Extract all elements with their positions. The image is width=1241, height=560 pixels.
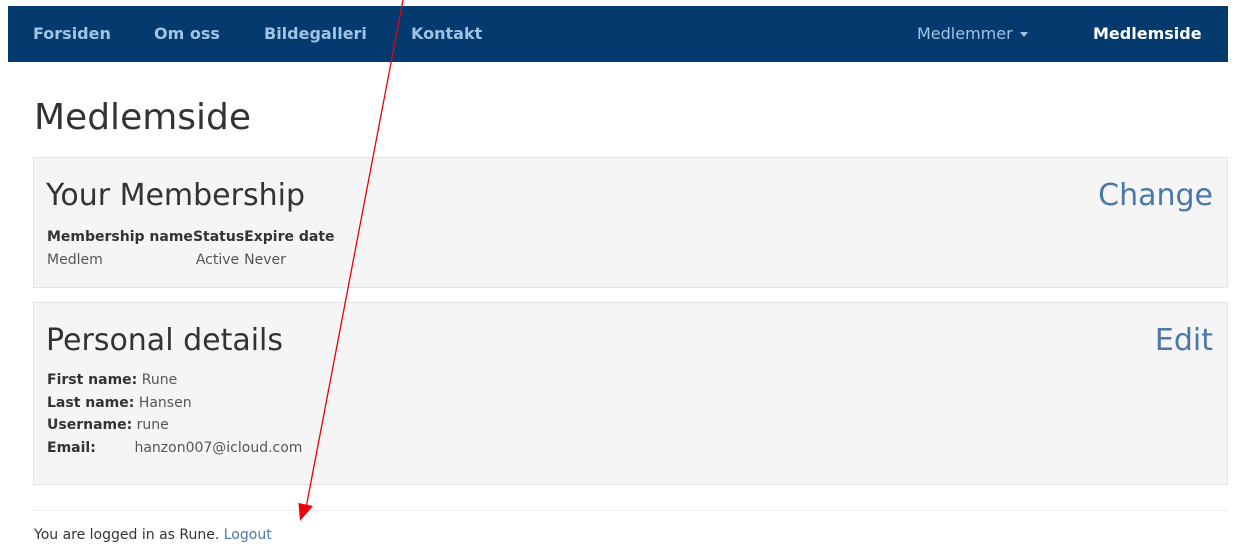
detail-label: Username: — [47, 417, 133, 433]
personal-details-card: Personal details Edit First name: Rune L… — [33, 302, 1228, 485]
membership-name-cell: Medlem — [47, 252, 103, 268]
footer-divider — [33, 510, 1228, 511]
detail-value: rune — [136, 417, 169, 433]
detail-row-first-name: First name: Rune — [47, 369, 302, 392]
page-title: Medlemside — [34, 97, 252, 138]
membership-expire-cell: Never — [244, 252, 286, 268]
nav-item-medlemside[interactable]: Medlemside — [1093, 6, 1202, 62]
nav-item-bildegalleri[interactable]: Bildegalleri — [264, 6, 367, 62]
nav-item-forsiden[interactable]: Forsiden — [33, 6, 111, 62]
column-header-status: Status — [192, 229, 245, 245]
detail-value: Rune — [141, 372, 178, 388]
detail-value: Hansen — [138, 394, 192, 411]
nav-item-om-oss[interactable]: Om oss — [154, 6, 220, 62]
caret-down-icon — [1019, 32, 1028, 37]
column-header-expire-date: Expire date — [244, 229, 335, 245]
detail-row-username: Username: rune — [47, 414, 302, 437]
membership-status-cell: Active — [195, 252, 240, 268]
detail-label: Email: — [47, 439, 96, 456]
login-status-text: You are logged in as Rune. — [34, 527, 220, 543]
nav-dropdown-medlemmer[interactable]: Medlemmer — [917, 6, 1028, 62]
nav-dropdown-label: Medlemmer — [917, 24, 1013, 43]
personal-details-title: Personal details — [46, 323, 284, 358]
table-row: Medlem Active Never — [47, 248, 335, 272]
change-membership-link[interactable]: Change — [1098, 176, 1213, 216]
detail-value: hanzon007@icloud.com — [134, 439, 303, 456]
membership-title: Your Membership — [46, 178, 305, 213]
detail-label: Last name: — [47, 394, 135, 411]
logout-link[interactable]: Logout — [224, 527, 272, 543]
annotation-arrow-head — [298, 503, 313, 521]
membership-card: Your Membership Change Membership name S… — [33, 157, 1228, 288]
detail-label: First name: — [47, 372, 138, 388]
table-header-row: Membership name Status Expire date — [47, 226, 335, 248]
nav-item-kontakt[interactable]: Kontakt — [411, 6, 482, 62]
detail-row-last-name: Last name: Hansen — [47, 392, 302, 415]
top-navbar: Forsiden Om oss Bildegalleri Kontakt Med… — [8, 6, 1228, 62]
column-header-membership-name: Membership name — [47, 229, 193, 245]
detail-row-email: Email: hanzon007@icloud.com — [47, 437, 302, 460]
membership-table: Membership name Status Expire date Medle… — [47, 226, 335, 272]
login-status: You are logged in as Rune. Logout — [34, 527, 272, 543]
edit-details-link[interactable]: Edit — [1155, 321, 1213, 361]
personal-details-list: First name: Rune Last name: Hansen Usern… — [47, 369, 302, 459]
